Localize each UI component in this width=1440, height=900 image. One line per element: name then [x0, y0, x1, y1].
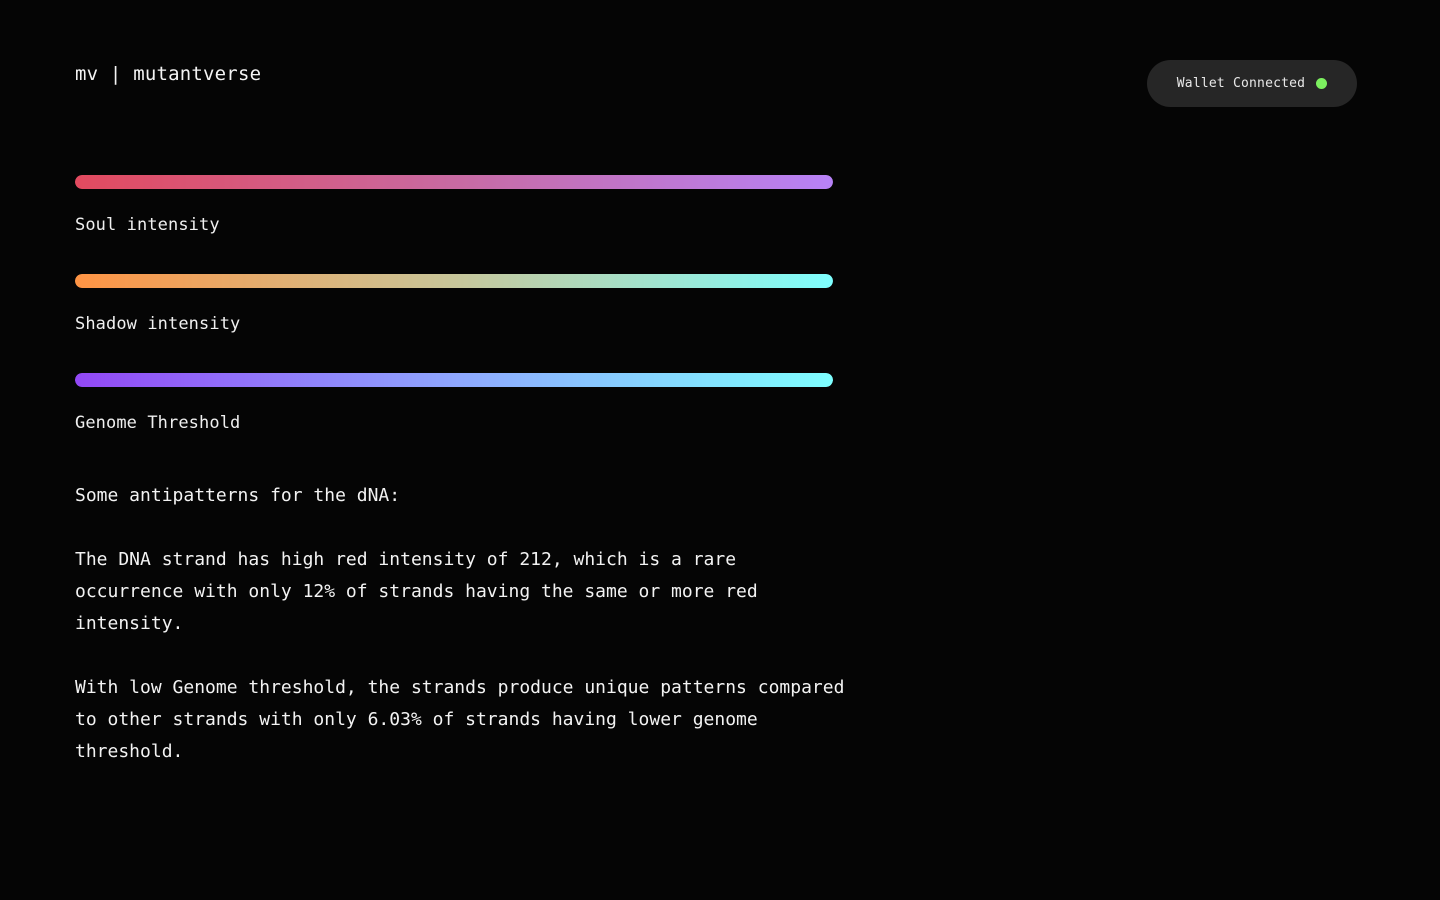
soul-intensity-bar	[75, 175, 833, 189]
shadow-intensity-meter: Shadow intensity	[75, 274, 833, 335]
brand-title: mv | mutantverse	[75, 63, 262, 85]
connected-status-icon	[1316, 78, 1328, 89]
genome-threshold-fill	[75, 373, 833, 387]
soul-intensity-label: Soul intensity	[75, 215, 220, 235]
wallet-status-button[interactable]: Wallet Connected	[1147, 60, 1357, 107]
red-intensity-note: The DNA strand has high red intensity of…	[75, 549, 758, 634]
wallet-status-label: Wallet Connected	[1176, 76, 1306, 91]
page: mv | mutantverse Wallet Connected Soul i…	[0, 0, 1440, 900]
antipatterns-notes: Some antipatterns for the dNA: The DNA s…	[75, 480, 845, 800]
intensity-meters: Soul intensity Shadow intensity Genome T…	[75, 175, 833, 472]
genome-threshold-meter: Genome Threshold	[75, 373, 833, 434]
shadow-intensity-fill	[75, 274, 833, 288]
soul-intensity-fill	[75, 175, 833, 189]
antipatterns-heading: Some antipatterns for the dNA:	[75, 485, 401, 506]
genome-threshold-label: Genome Threshold	[75, 413, 241, 433]
shadow-intensity-label: Shadow intensity	[75, 314, 241, 334]
genome-threshold-note: With low Genome threshold, the strands p…	[75, 677, 845, 762]
genome-threshold-bar	[75, 373, 833, 387]
soul-intensity-meter: Soul intensity	[75, 175, 833, 236]
shadow-intensity-bar	[75, 274, 833, 288]
